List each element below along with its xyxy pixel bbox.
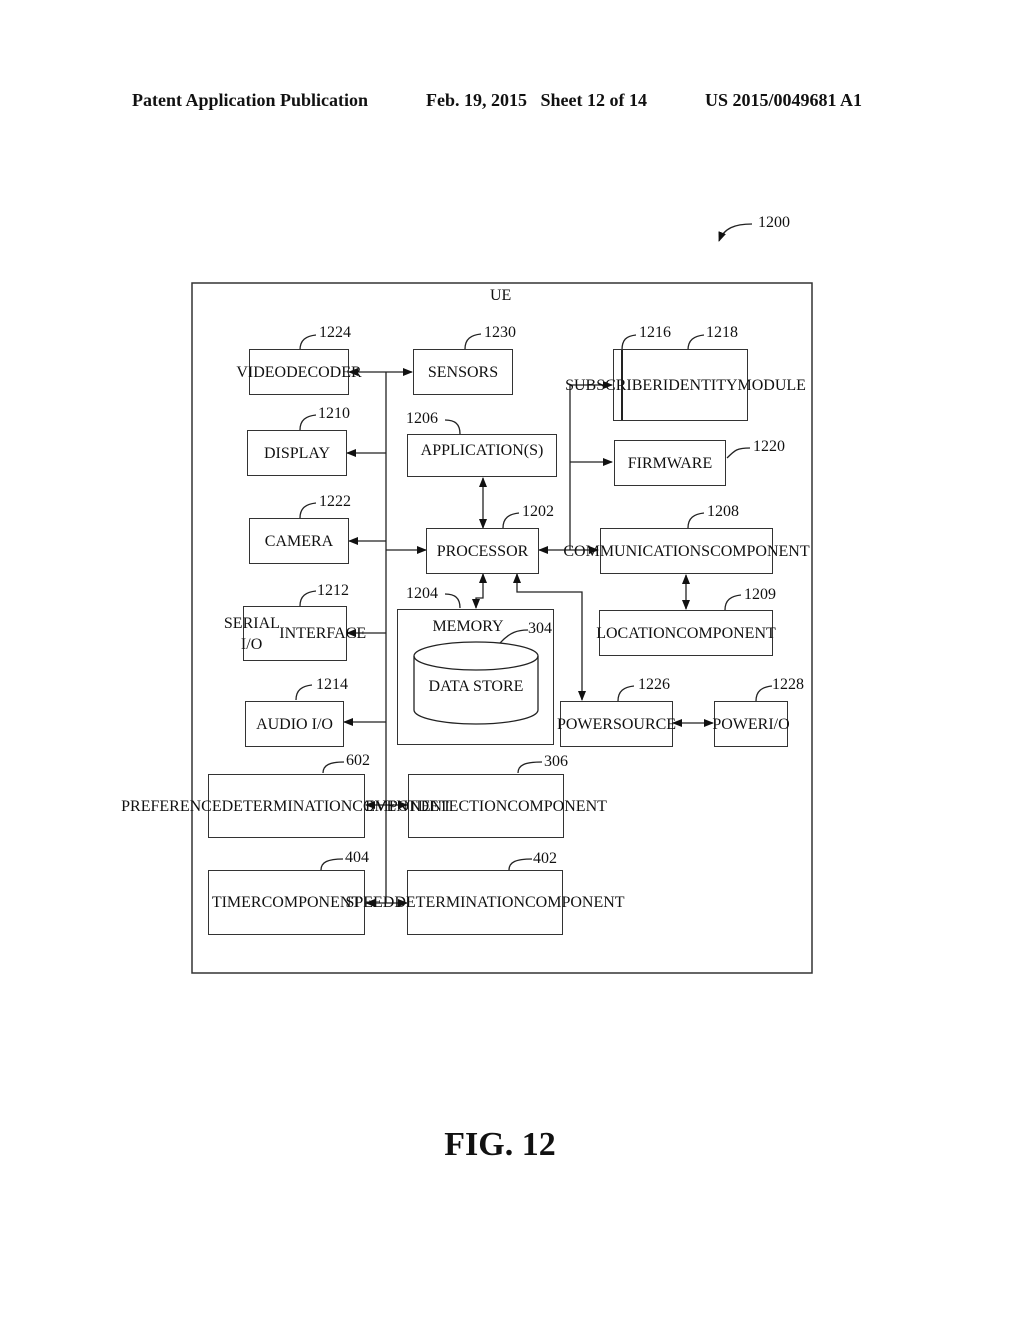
applications-block: APPLICATION(S) [407, 434, 557, 477]
ref-1216: 1216 [639, 324, 671, 341]
block-text: DETECTION [417, 797, 508, 815]
location-component-block: LOCATION COMPONENT [596, 610, 776, 656]
ref-304: 304 [528, 620, 552, 637]
block-text: COMMUNICATIONS [563, 542, 711, 560]
subscriber-identity-module-block: SUBSCRIBER IDENTITY MODULE [565, 349, 806, 421]
block-text: COMPONENT [676, 624, 776, 642]
block-text: DECODER [286, 363, 362, 381]
block-text: APPLICATION(S) [420, 442, 544, 459]
sensors-block: SENSORS [413, 349, 513, 395]
block-text: LOCATION [596, 624, 677, 642]
figure-caption: FIG. 12 [444, 1126, 556, 1163]
power-source-block: POWER SOURCE [556, 701, 677, 747]
block-text: MODULE [737, 376, 806, 394]
block-text: VIDEO [236, 363, 287, 381]
ref-1230: 1230 [484, 324, 516, 341]
timer-component-block: TIMER COMPONENT [208, 870, 365, 935]
preference-determination-component-block: PREFERENCE DETERMINATION COMPONENT [121, 774, 452, 838]
block-text: MEMORY [432, 618, 504, 635]
ref-1214: 1214 [316, 676, 348, 693]
serial-io-interface-block: SERIAL I/O INTERFACE [224, 606, 366, 661]
block-text: CAMERA [264, 532, 334, 550]
ue-label: UE [490, 287, 512, 304]
communications-component-block: COMMUNICATIONS COMPONENT [563, 528, 810, 574]
block-text: IDENTITY [662, 376, 738, 394]
block-text: FIRMWARE [627, 454, 713, 472]
ref-402: 402 [533, 850, 557, 867]
figure-ref: 1200 [758, 214, 790, 231]
block-text: EVENT [365, 797, 418, 815]
ref-1209: 1209 [744, 586, 776, 603]
display-block: DISPLAY [247, 430, 347, 476]
block-text: AUDIO I/O [256, 715, 333, 733]
block-text: POWER [712, 715, 769, 733]
ref-404: 404 [345, 849, 369, 866]
video-decoder-block: VIDEO DECODER [236, 349, 362, 395]
block-text: SENSORS [427, 363, 499, 381]
speed-determination-component-block: SPEED DETERMINATION COMPONENT [345, 870, 625, 935]
ref-306: 306 [544, 753, 568, 770]
block-text: I/O [768, 715, 790, 733]
ref-1224: 1224 [319, 324, 351, 341]
block-text: PROCESSOR [436, 542, 529, 560]
ref-1206: 1206 [406, 410, 438, 427]
power-io-block: POWER I/O [712, 701, 790, 747]
ref-1228: 1228 [772, 676, 804, 693]
block-text: DISPLAY [263, 444, 331, 462]
ref-602: 602 [346, 752, 370, 769]
ref-1212: 1212 [317, 582, 349, 599]
block-text: COMPONENT [507, 797, 607, 815]
block-text: PREFERENCE [121, 797, 222, 815]
firmware-block: FIRMWARE [614, 440, 726, 486]
block-text: SERIAL I/O [223, 614, 280, 653]
ref-1220: 1220 [753, 438, 785, 455]
block-text: TIMER [211, 894, 262, 911]
block-text: SUBSCRIBER [565, 376, 663, 394]
data-store-label: DATA STORE [428, 678, 524, 695]
block-text: COMPONENT [525, 894, 625, 911]
ref-1226: 1226 [638, 676, 670, 693]
ref-1204: 1204 [406, 585, 438, 602]
block-text: COMPONENT [710, 542, 810, 560]
camera-block: CAMERA [249, 518, 349, 564]
block-text: DETERMINATION [394, 894, 525, 911]
block-text: SOURCE [612, 715, 677, 733]
event-detection-component-block: EVENT DETECTION COMPONENT [365, 774, 607, 838]
block-text: DETERMINATION [221, 797, 353, 815]
ref-1208: 1208 [707, 503, 739, 520]
ref-1202: 1202 [522, 503, 554, 520]
block-text: INTERFACE [279, 625, 367, 642]
block-text: POWER [556, 715, 613, 733]
ref-1218: 1218 [706, 324, 738, 341]
ref-1222: 1222 [319, 493, 351, 510]
block-text: SPEED [345, 894, 395, 911]
ref-1210: 1210 [318, 405, 350, 422]
audio-io-block: AUDIO I/O [245, 701, 344, 747]
processor-block: PROCESSOR [426, 528, 539, 574]
